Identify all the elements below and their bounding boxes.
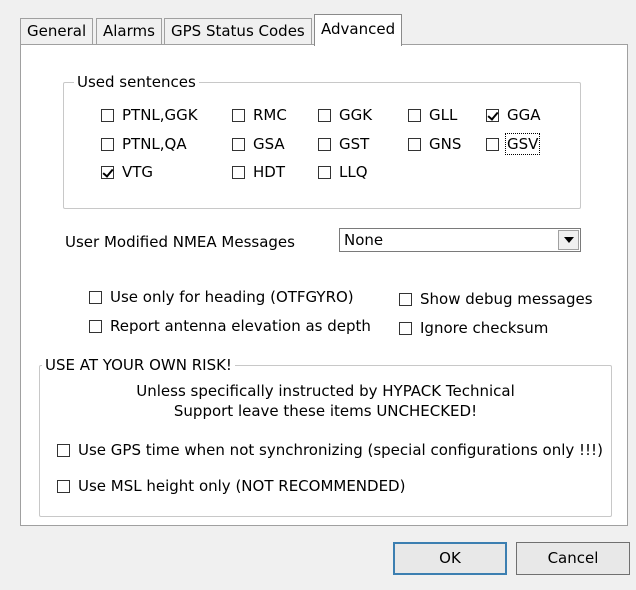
risk-title: USE AT YOUR OWN RISK! (42, 356, 235, 374)
checkbox-rmc[interactable]: RMC (232, 105, 287, 125)
checkbox-box[interactable] (318, 108, 331, 122)
checkbox-ignore-checksum[interactable]: Ignore checksum (399, 318, 548, 338)
checkbox-box[interactable] (57, 479, 70, 493)
checkbox-gll[interactable]: GLL (408, 105, 457, 125)
checkbox-box[interactable] (232, 108, 245, 122)
nmea-select-value: None (344, 231, 384, 249)
checkbox-gps-time[interactable]: Use GPS time when not synchronizing (spe… (57, 440, 603, 460)
checkbox-box[interactable] (486, 137, 499, 151)
checkbox-label: PTNL,QA (122, 135, 187, 153)
checkbox-label: HDT (253, 163, 285, 181)
checkbox-label: VTG (122, 163, 154, 181)
checkbox-box[interactable] (89, 319, 102, 333)
cancel-button[interactable]: Cancel (516, 542, 630, 575)
tab-general[interactable]: General (20, 18, 94, 45)
used-sentences-title: Used sentences (74, 73, 199, 91)
checkbox-label: Use GPS time when not synchronizing (spe… (78, 441, 603, 459)
checkbox-ptnl-qa[interactable]: PTNL,QA (101, 134, 187, 154)
checkbox-gst[interactable]: GST (318, 134, 369, 154)
checkbox-show-debug[interactable]: Show debug messages (399, 289, 593, 309)
checkbox-heading-only[interactable]: Use only for heading (OTFGYRO) (89, 287, 354, 307)
checkbox-label: GSA (253, 135, 285, 153)
risk-warning-line2: Support leave these items UNCHECKED! (173, 402, 478, 420)
checkbox-label: GNS (429, 135, 462, 153)
nmea-select[interactable]: None (339, 228, 581, 252)
tab-advanced[interactable]: Advanced (314, 14, 403, 46)
checkbox-label: Use MSL height only (NOT RECOMMENDED) (78, 477, 406, 495)
checkbox-box[interactable] (89, 290, 102, 304)
checkbox-label: Ignore checksum (420, 319, 549, 337)
checkbox-box[interactable] (486, 108, 499, 122)
checkbox-ptnl-ggk[interactable]: PTNL,GGK (101, 105, 198, 125)
checkbox-box[interactable] (399, 321, 412, 335)
nmea-label: User Modified NMEA Messages (65, 233, 295, 251)
checkbox-label: Report antenna elevation as depth (110, 317, 371, 335)
checkbox-box[interactable] (318, 137, 331, 151)
advanced-panel: Used sentences PTNL,GGK RMC GGK GLL GGA … (20, 44, 628, 526)
checkbox-gga[interactable]: GGA (486, 105, 541, 125)
checkbox-box[interactable] (101, 165, 114, 179)
checkbox-label: Use only for heading (OTFGYRO) (110, 288, 354, 306)
checkbox-label: GSV (504, 133, 541, 155)
checkbox-vtg[interactable]: VTG (101, 162, 153, 182)
checkbox-llq[interactable]: LLQ (318, 162, 368, 182)
checkbox-label: RMC (253, 106, 287, 124)
tab-gps-status-codes[interactable]: GPS Status Codes (164, 18, 312, 45)
checkbox-hdt[interactable]: HDT (232, 162, 285, 182)
checkbox-label: PTNL,GGK (122, 106, 198, 124)
checkbox-gsv[interactable]: GSV (486, 133, 541, 155)
checkbox-box[interactable] (232, 137, 245, 151)
tab-alarms[interactable]: Alarms (96, 18, 162, 45)
checkbox-label: GLL (429, 106, 458, 124)
checkbox-box[interactable] (101, 137, 114, 151)
checkbox-box[interactable] (408, 108, 421, 122)
ok-button[interactable]: OK (393, 542, 507, 575)
checkbox-box[interactable] (408, 137, 421, 151)
checkbox-msl-height[interactable]: Use MSL height only (NOT RECOMMENDED) (57, 476, 405, 496)
checkbox-gsa[interactable]: GSA (232, 134, 285, 154)
checkbox-box[interactable] (101, 108, 114, 122)
checkbox-box[interactable] (232, 165, 245, 179)
chevron-down-icon[interactable] (558, 230, 579, 250)
risk-warning-line1: Unless specifically instructed by HYPACK… (136, 382, 515, 400)
checkbox-label: GGA (507, 106, 541, 124)
checkbox-box[interactable] (318, 165, 331, 179)
checkbox-label: GGK (339, 106, 373, 124)
checkbox-gns[interactable]: GNS (408, 134, 461, 154)
checkbox-label: GST (339, 135, 370, 153)
checkbox-label: Show debug messages (420, 290, 593, 308)
checkbox-box[interactable] (57, 443, 70, 457)
checkbox-ggk[interactable]: GGK (318, 105, 372, 125)
checkbox-antenna-depth[interactable]: Report antenna elevation as depth (89, 316, 371, 336)
checkbox-label: LLQ (339, 163, 368, 181)
checkbox-box[interactable] (399, 292, 412, 306)
